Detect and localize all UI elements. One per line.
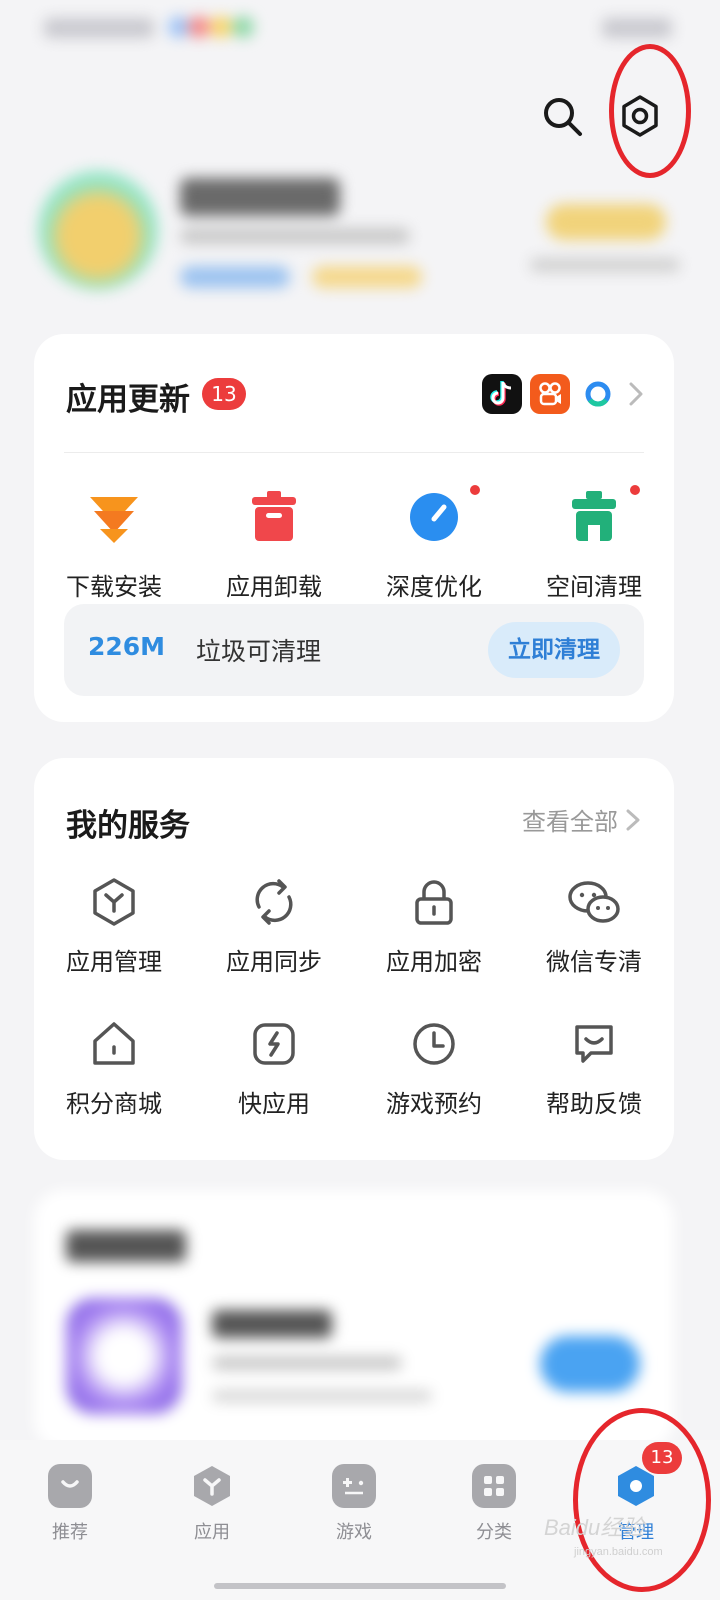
home-indicator[interactable] — [214, 1583, 506, 1589]
tiktok-icon — [482, 374, 522, 414]
service-wechat-clean[interactable]: 微信专清 — [514, 876, 674, 1018]
uninstall-icon — [252, 491, 296, 541]
app-hexagon-icon — [190, 1464, 234, 1508]
app-manage-icon — [93, 878, 135, 926]
search-icon — [544, 98, 582, 136]
clean-now-button[interactable]: 立即清理 — [488, 622, 620, 678]
view-all-label: 查看全部 — [522, 808, 618, 836]
recommended-install-button[interactable] — [540, 1336, 640, 1392]
update-app-icons[interactable] — [482, 372, 646, 416]
gamepad-icon — [332, 1464, 376, 1508]
wechat-icon — [568, 881, 620, 923]
tool-download-install[interactable]: 下载安装 — [34, 489, 194, 602]
updates-title[interactable]: 应用更新 — [66, 374, 190, 419]
service-game-reserve[interactable]: 游戏预约 — [354, 1018, 514, 1160]
download-icon — [90, 497, 138, 543]
updates-badge: 13 — [202, 378, 246, 410]
user-profile[interactable] — [30, 158, 690, 298]
recommended-app-icon — [66, 1298, 182, 1414]
view-all-link[interactable]: 查看全部 — [522, 802, 642, 837]
service-app-manage[interactable]: 应用管理 — [34, 876, 194, 1018]
cleanup-icon — [572, 491, 616, 541]
nav-apps[interactable]: 应用 — [162, 1464, 262, 1544]
tools-row: 下载安装 应用卸载 深度优化 空间清理 — [34, 483, 674, 602]
chevron-right-icon — [626, 809, 640, 830]
app-updates-card: 应用更新 13 下载安装 应用卸载 深度优化 空间清理 226M 垃圾可清理 立… — [34, 334, 674, 722]
tool-uninstall[interactable]: 应用卸载 — [194, 489, 354, 602]
services-grid: 应用管理 应用同步 应用加密 微信专清 积分商城 快应用 游戏预约 帮助反馈 — [34, 876, 674, 1160]
service-app-sync[interactable]: 应用同步 — [194, 876, 354, 1018]
nav-categories[interactable]: 分类 — [444, 1464, 544, 1544]
cleanup-banner: 226M 垃圾可清理 立即清理 — [64, 604, 644, 696]
search-button[interactable] — [530, 84, 594, 148]
store-icon — [93, 1022, 135, 1065]
shopping-bag-icon — [48, 1464, 92, 1508]
grid-icon — [472, 1464, 516, 1508]
service-quick-app[interactable]: 快应用 — [194, 1018, 354, 1160]
annotation-circle-manage — [573, 1408, 711, 1592]
service-points-store[interactable]: 积分商城 — [34, 1018, 194, 1160]
qq-browser-icon — [578, 374, 618, 414]
feedback-icon — [575, 1025, 613, 1063]
divider — [64, 452, 644, 453]
nav-games[interactable]: 游戏 — [304, 1464, 404, 1544]
tool-dot — [468, 483, 482, 497]
watermark-url: jingyan.baidu.com — [574, 1546, 663, 1558]
avatar — [38, 170, 158, 290]
tool-deep-optimize[interactable]: 深度优化 — [354, 483, 514, 602]
status-bar — [0, 0, 720, 60]
tool-dot — [628, 483, 642, 497]
clock-icon — [413, 1023, 455, 1065]
tool-space-cleanup[interactable]: 空间清理 — [514, 483, 674, 602]
nav-recommend[interactable]: 推荐 — [20, 1464, 120, 1544]
watermark-brand: Baidu经验 — [544, 1515, 645, 1540]
recommendation-card[interactable] — [34, 1190, 674, 1450]
my-services-card: 我的服务 查看全部 应用管理 应用同步 应用加密 微信专清 积分商城 快应用 游… — [34, 758, 674, 1160]
junk-text: 垃圾可清理 — [196, 637, 322, 666]
lock-icon — [415, 880, 453, 925]
services-title: 我的服务 — [66, 808, 190, 844]
service-app-lock[interactable]: 应用加密 — [354, 876, 514, 1018]
sync-icon — [255, 879, 293, 925]
junk-size: 226M — [88, 632, 166, 661]
chevron-right-icon — [629, 382, 643, 406]
service-help-feedback[interactable]: 帮助反馈 — [514, 1018, 674, 1160]
kuaishou-icon — [530, 374, 570, 414]
optimize-icon — [410, 493, 458, 541]
quick-app-icon — [253, 1023, 295, 1065]
